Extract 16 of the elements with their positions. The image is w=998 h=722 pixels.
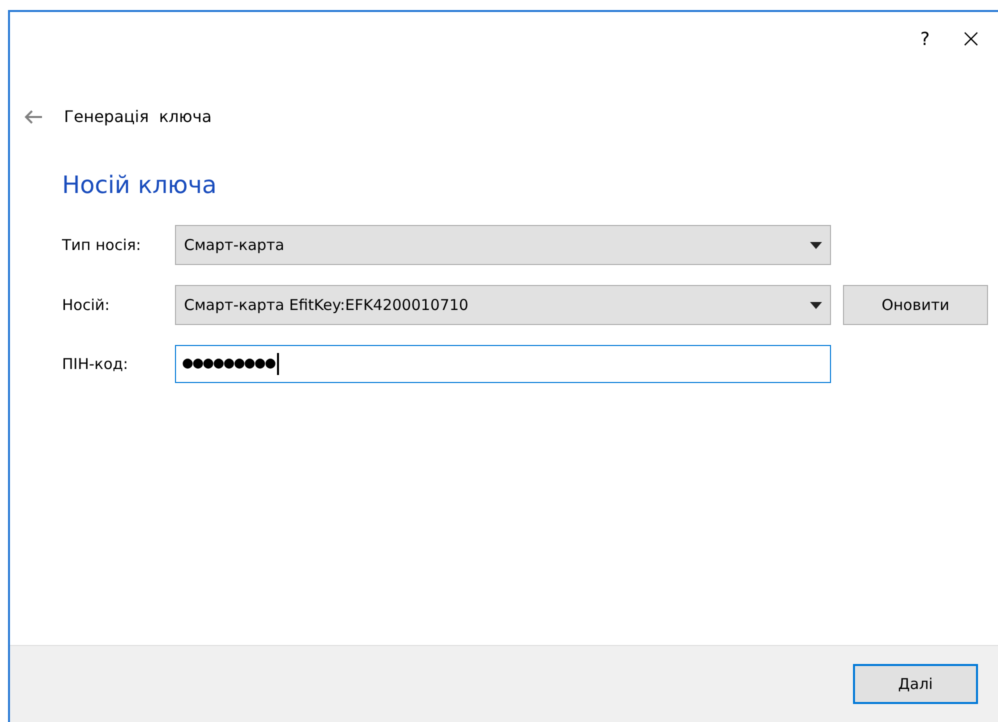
dropdown[interactable]: Смарт-карта EfitKey:EFK4200010710 <box>175 285 831 325</box>
field-label: ПІН-код: <box>62 354 130 375</box>
back-arrow-icon[interactable] <box>24 110 42 124</box>
pin-input-field[interactable]: ●●●●●●●●● <box>175 345 831 383</box>
wizard-title: Генерація ключа <box>64 106 212 128</box>
refresh-button[interactable]: Оновити <box>843 285 988 325</box>
field-label: Тип носія: <box>62 234 142 256</box>
dropdown-caret-icon <box>810 302 822 308</box>
dropdown-caret-icon <box>810 242 822 248</box>
field-label: Носій: <box>62 294 111 316</box>
dropdown[interactable]: Смарт-карта <box>175 225 831 265</box>
section-heading: Носій ключа <box>62 170 218 201</box>
text-cursor <box>277 353 280 375</box>
next-button[interactable]: Далі <box>853 664 978 704</box>
help-button[interactable]: ? <box>902 20 948 60</box>
close-button[interactable]: × <box>948 20 994 60</box>
